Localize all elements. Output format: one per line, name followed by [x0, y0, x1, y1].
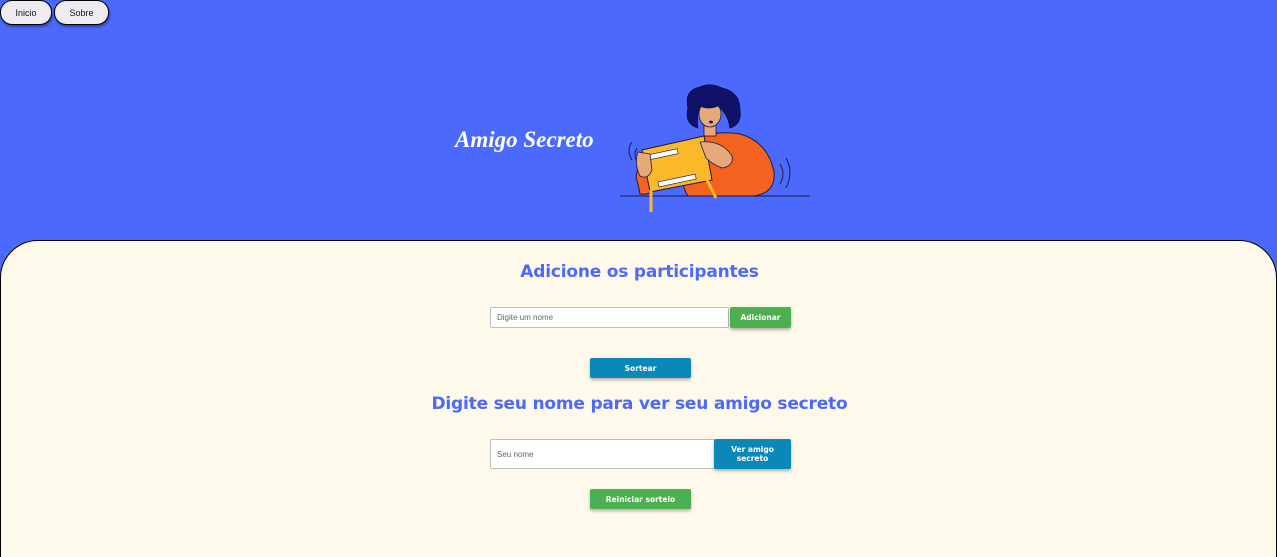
- draw-button[interactable]: Sortear: [590, 358, 691, 378]
- nav-inicio-button[interactable]: Inicio: [0, 0, 52, 25]
- reveal-friend-title: Digite seu nome para ver seu amigo secre…: [431, 394, 848, 414]
- your-name-input[interactable]: [490, 439, 715, 469]
- app-title: Amigo Secreto: [455, 127, 594, 152]
- reveal-secret-friend-button[interactable]: Ver amigo secreto: [714, 439, 791, 469]
- top-nav: Inicio Sobre: [0, 0, 109, 25]
- reset-draw-button[interactable]: Reiniciar sorteio: [590, 489, 691, 509]
- add-participants-title: Adicione os participantes: [520, 262, 759, 282]
- main-card: Adicione os participantes Adicionar Sort…: [0, 240, 1277, 557]
- add-participant-button[interactable]: Adicionar: [730, 307, 791, 328]
- participant-name-input[interactable]: [490, 307, 729, 328]
- person-opening-gift-illustration: [618, 84, 813, 219]
- nav-sobre-button[interactable]: Sobre: [54, 0, 109, 25]
